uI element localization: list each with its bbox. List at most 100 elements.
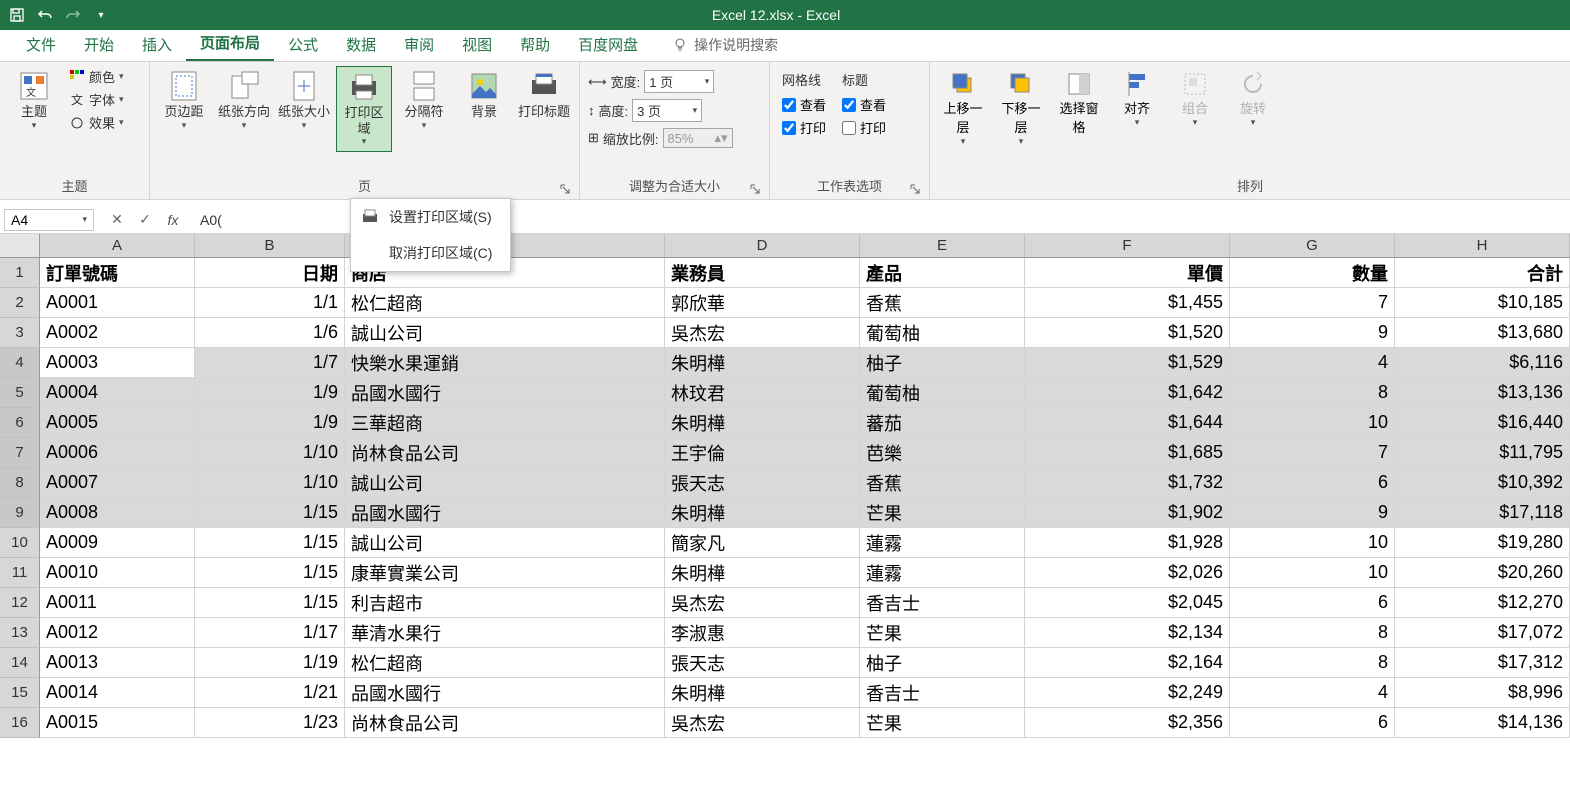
cell[interactable]: 誠山公司 (345, 468, 665, 498)
cell[interactable]: 產品 (860, 258, 1025, 288)
cell[interactable]: $12,270 (1395, 588, 1570, 618)
column-header[interactable]: A (40, 234, 195, 257)
cell[interactable]: 王宇倫 (665, 438, 860, 468)
cell[interactable]: 業務員 (665, 258, 860, 288)
headings-print-checkbox[interactable]: 打印 (842, 118, 886, 137)
cell[interactable]: $19,280 (1395, 528, 1570, 558)
cell[interactable]: 林玟君 (665, 378, 860, 408)
cell[interactable]: $1,529 (1025, 348, 1230, 378)
cell[interactable]: 朱明樺 (665, 348, 860, 378)
margins-button[interactable]: 页边距▾ (156, 66, 212, 135)
cell[interactable]: 香吉士 (860, 588, 1025, 618)
selection-pane-button[interactable]: 选择窗格 (1052, 66, 1106, 140)
cell[interactable]: A0001 (40, 288, 195, 318)
cell[interactable]: 快樂水果運銷 (345, 348, 665, 378)
tab-help[interactable]: 帮助 (506, 28, 564, 61)
column-header[interactable]: B (195, 234, 345, 257)
cell[interactable]: 簡家凡 (665, 528, 860, 558)
cell[interactable]: 李淑惠 (665, 618, 860, 648)
cell[interactable]: 松仁超商 (345, 288, 665, 318)
cell[interactable]: 吳杰宏 (665, 318, 860, 348)
cell[interactable]: A0008 (40, 498, 195, 528)
redo-icon[interactable] (64, 6, 82, 24)
cell[interactable]: 柚子 (860, 348, 1025, 378)
orientation-button[interactable]: 纸张方向▾ (216, 66, 272, 135)
cell[interactable]: 朱明樺 (665, 558, 860, 588)
cell[interactable]: 郭欣華 (665, 288, 860, 318)
cell[interactable]: 芒果 (860, 708, 1025, 738)
cell[interactable]: 利吉超市 (345, 588, 665, 618)
column-header[interactable]: F (1025, 234, 1230, 257)
cell[interactable]: 4 (1230, 678, 1395, 708)
cell[interactable]: $1,902 (1025, 498, 1230, 528)
cell[interactable]: 芭樂 (860, 438, 1025, 468)
headings-view-checkbox[interactable]: 查看 (842, 95, 886, 114)
cell[interactable]: $1,928 (1025, 528, 1230, 558)
cell[interactable]: 1/15 (195, 558, 345, 588)
tab-page-layout[interactable]: 页面布局 (186, 26, 274, 61)
cell[interactable]: A0011 (40, 588, 195, 618)
cell[interactable]: $1,685 (1025, 438, 1230, 468)
cell[interactable]: 1/23 (195, 708, 345, 738)
cell[interactable]: 8 (1230, 648, 1395, 678)
gridlines-print-checkbox[interactable]: 打印 (782, 118, 826, 137)
cell[interactable]: 葡萄柚 (860, 378, 1025, 408)
cell[interactable]: 1/9 (195, 408, 345, 438)
cell[interactable]: $2,045 (1025, 588, 1230, 618)
row-header[interactable]: 10 (0, 528, 40, 558)
height-select[interactable]: 3 页▾ (632, 99, 702, 122)
cell[interactable]: A0005 (40, 408, 195, 438)
tab-review[interactable]: 审阅 (390, 28, 448, 61)
cell[interactable]: 品國水國行 (345, 498, 665, 528)
cell[interactable]: 華清水果行 (345, 618, 665, 648)
row-header[interactable]: 14 (0, 648, 40, 678)
bring-forward-button[interactable]: 上移一层▾ (936, 66, 990, 151)
cell[interactable]: A0012 (40, 618, 195, 648)
cell[interactable]: 張天志 (665, 648, 860, 678)
cell[interactable]: 4 (1230, 348, 1395, 378)
cell[interactable]: A0015 (40, 708, 195, 738)
fonts-button[interactable]: 文字体▾ (66, 89, 127, 110)
cell[interactable]: 1/15 (195, 588, 345, 618)
cell[interactable]: 品國水國行 (345, 378, 665, 408)
cell[interactable]: $1,455 (1025, 288, 1230, 318)
cell[interactable]: A0010 (40, 558, 195, 588)
cell[interactable]: 1/17 (195, 618, 345, 648)
tab-formulas[interactable]: 公式 (274, 28, 332, 61)
cell[interactable]: A0014 (40, 678, 195, 708)
fx-icon[interactable]: fx (164, 211, 182, 229)
column-header[interactable]: D (665, 234, 860, 257)
set-print-area-item[interactable]: 设置打印区域(S) (351, 199, 510, 235)
gridlines-view-checkbox[interactable]: 查看 (782, 95, 826, 114)
dialog-launcher-icon[interactable] (559, 183, 571, 195)
enter-icon[interactable]: ✓ (136, 211, 154, 229)
cell[interactable]: 芒果 (860, 618, 1025, 648)
cell[interactable]: 10 (1230, 408, 1395, 438)
row-header[interactable]: 1 (0, 258, 40, 288)
cell[interactable]: $1,642 (1025, 378, 1230, 408)
cell[interactable]: 松仁超商 (345, 648, 665, 678)
cell[interactable]: 葡萄柚 (860, 318, 1025, 348)
breaks-button[interactable]: 分隔符▾ (396, 66, 452, 135)
row-header[interactable]: 8 (0, 468, 40, 498)
row-header[interactable]: 6 (0, 408, 40, 438)
cell[interactable]: 張天志 (665, 468, 860, 498)
cell[interactable]: 訂單號碼 (40, 258, 195, 288)
cell[interactable]: $17,072 (1395, 618, 1570, 648)
cell[interactable]: $20,260 (1395, 558, 1570, 588)
cell[interactable]: A0007 (40, 468, 195, 498)
cell[interactable]: $13,680 (1395, 318, 1570, 348)
cell[interactable]: $1,644 (1025, 408, 1230, 438)
cell[interactable]: 香蕉 (860, 468, 1025, 498)
cell[interactable]: 1/21 (195, 678, 345, 708)
cell[interactable]: 誠山公司 (345, 528, 665, 558)
row-header[interactable]: 15 (0, 678, 40, 708)
cell[interactable]: A0006 (40, 438, 195, 468)
cell[interactable]: 三華超商 (345, 408, 665, 438)
row-header[interactable]: 4 (0, 348, 40, 378)
print-titles-button[interactable]: 打印标题 (516, 66, 572, 124)
cell[interactable]: 朱明樺 (665, 408, 860, 438)
clear-print-area-item[interactable]: 取消打印区域(C) (351, 235, 510, 271)
save-icon[interactable] (8, 6, 26, 24)
tab-baidu[interactable]: 百度网盘 (564, 28, 652, 61)
